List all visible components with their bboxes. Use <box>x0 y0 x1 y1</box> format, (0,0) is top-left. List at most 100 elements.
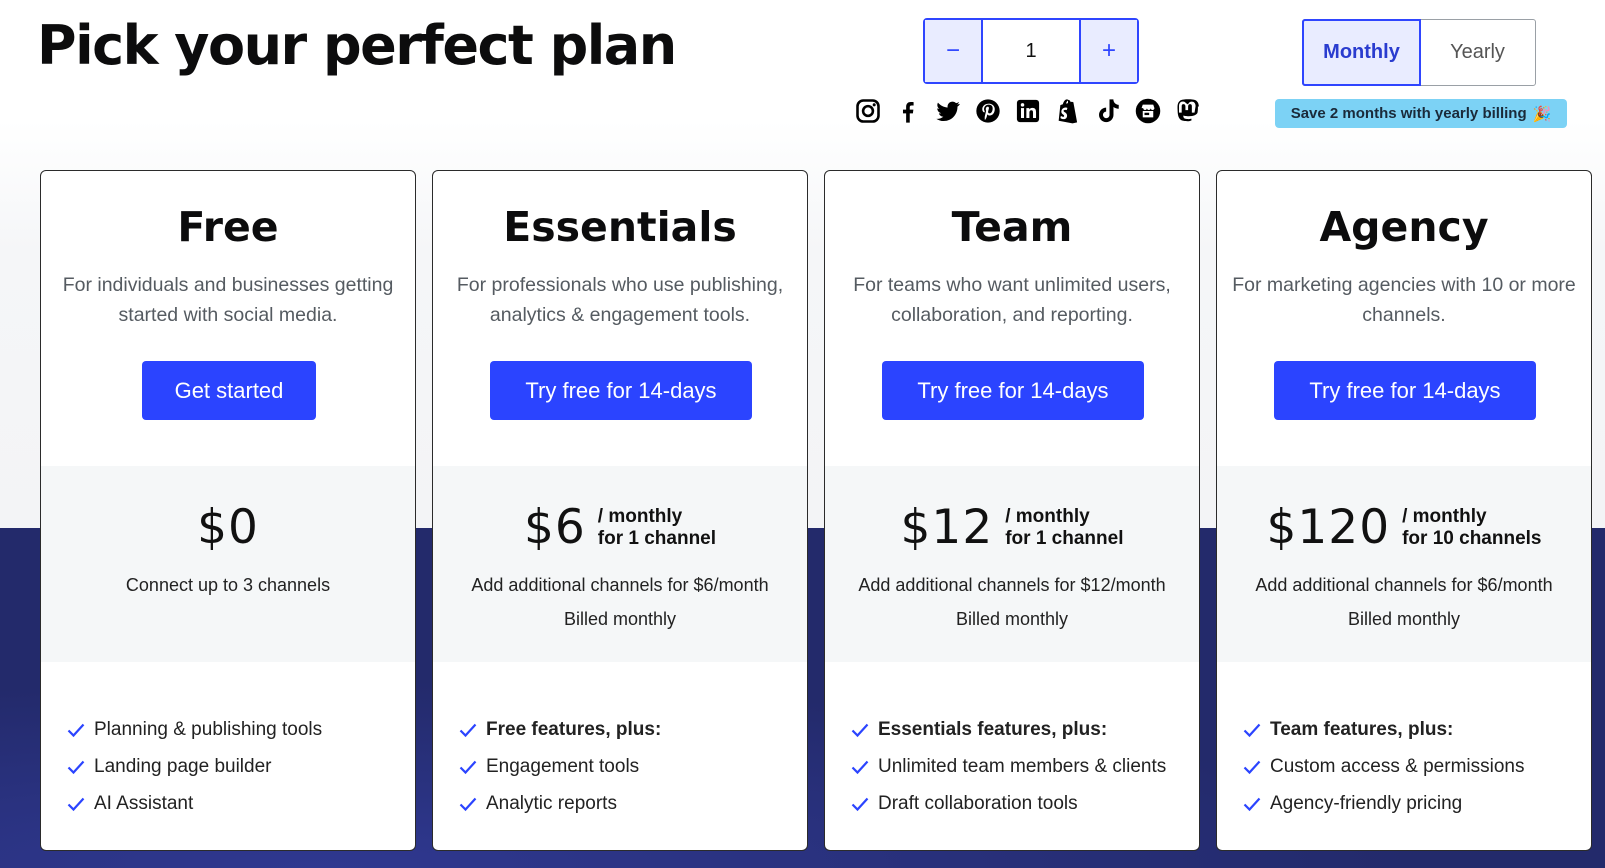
price-amount: $0 <box>197 500 259 555</box>
price-period-line-1: / monthly <box>1402 505 1487 527</box>
plan-description: For teams who want unlimited users, coll… <box>853 274 1171 326</box>
list-item: AI Assistant <box>67 785 322 822</box>
feature-text: Analytic reports <box>486 792 617 814</box>
plan-name: Essentials <box>503 203 737 251</box>
feature-text: Landing page builder <box>94 755 272 777</box>
list-item: Essentials features, plus: <box>851 711 1166 748</box>
feature-text: AI Assistant <box>94 792 194 814</box>
feature-text: Custom access & permissions <box>1270 755 1525 777</box>
checkmark-icon <box>67 757 93 777</box>
plan-description: For individuals and businesses getting s… <box>62 274 394 326</box>
feature-text: Draft collaboration tools <box>878 792 1078 814</box>
price-line: $12 / monthly for 1 channel <box>825 500 1199 555</box>
checkmark-icon <box>851 757 877 777</box>
yearly-savings-badge: Save 2 months with yearly billing 🎉 <box>1275 99 1567 128</box>
shopify-icon <box>1053 96 1083 126</box>
billing-note: Billed monthly <box>955 609 1069 629</box>
feature-text: Team features, plus: <box>1270 718 1454 740</box>
list-item: Agency-friendly pricing <box>1243 785 1524 822</box>
price-note: Add additional channels for $12/month <box>858 575 1166 595</box>
list-item: Landing page builder <box>67 748 322 785</box>
price-line: $120 / monthly for 10 channels <box>1217 500 1591 555</box>
price-line: $0 <box>41 500 415 555</box>
plan-card-essentials: Essentials For professionals who use pub… <box>432 170 808 851</box>
list-item: Planning & publishing tools <box>67 711 322 748</box>
party-popper-icon: 🎉 <box>1532 105 1552 123</box>
checkmark-icon <box>459 720 485 740</box>
list-item: Free features, plus: <box>459 711 661 748</box>
feature-text: Planning & publishing tools <box>94 718 323 740</box>
get-started-button[interactable]: Get started <box>142 361 316 420</box>
instagram-icon <box>853 96 883 126</box>
pinterest-icon <box>973 96 1003 126</box>
price-section: $12 / monthly for 1 channel Add additiona… <box>825 466 1199 662</box>
price-period: / monthly for 10 channels <box>1402 506 1541 550</box>
mastodon-icon <box>1173 96 1203 126</box>
plan-name: Team <box>951 203 1073 251</box>
plan-card-team: Team For teams who want unlimited users,… <box>824 170 1200 851</box>
checkmark-icon <box>459 757 485 777</box>
price-period: / monthly for 1 channel <box>1005 506 1123 550</box>
billing-note: Billed monthly <box>563 609 677 629</box>
list-item: Custom access & permissions <box>1243 748 1524 785</box>
facebook-icon <box>893 96 923 126</box>
channel-count-value[interactable]: 1 <box>983 20 1079 82</box>
feature-list: Team features, plus: Custom access & per… <box>1243 711 1524 822</box>
price-section: $0 Connect up to 3 channels <box>41 466 415 662</box>
decrement-button[interactable]: − <box>925 20 983 82</box>
feature-list: Planning & publishing tools Landing page… <box>67 711 322 822</box>
feature-text: Engagement tools <box>486 755 640 777</box>
checkmark-icon <box>1243 794 1269 814</box>
price-period: / monthly for 1 channel <box>598 506 716 550</box>
list-item: Analytic reports <box>459 785 661 822</box>
feature-text: Essentials features, plus: <box>878 718 1108 740</box>
plan-description: For professionals who use publishing, an… <box>456 274 784 326</box>
linkedin-icon <box>1013 96 1043 126</box>
checkmark-icon <box>459 794 485 814</box>
channel-quantity-stepper[interactable]: − 1 + <box>923 18 1139 84</box>
twitter-icon <box>933 96 963 126</box>
list-item: Draft collaboration tools <box>851 785 1166 822</box>
save-badge-text: Save 2 months with yearly billing <box>1290 105 1527 122</box>
plan-card-agency: Agency For marketing agencies with 10 or… <box>1216 170 1592 851</box>
feature-text: Unlimited team members & clients <box>878 755 1167 777</box>
plan-name: Free <box>177 203 279 251</box>
price-amount: $120 <box>1266 500 1391 555</box>
feature-text: Agency-friendly pricing <box>1270 792 1463 814</box>
feature-list: Free features, plus: Engagement tools An… <box>459 711 661 822</box>
billing-note: Billed monthly <box>1347 609 1461 629</box>
feature-list: Essentials features, plus: Unlimited tea… <box>851 711 1166 822</box>
checkmark-icon <box>851 794 877 814</box>
price-period-line-1: / monthly <box>1005 505 1090 527</box>
tiktok-icon <box>1093 96 1123 126</box>
price-period-line-1: / monthly <box>597 505 683 527</box>
price-period-line-2: for 1 channel <box>597 527 717 549</box>
plan-card-free: Free For individuals and businesses gett… <box>40 170 416 851</box>
try-free-button[interactable]: Try free for 14-days <box>882 361 1144 420</box>
feature-text: Free features, plus: <box>486 718 662 740</box>
checkmark-icon <box>67 720 93 740</box>
price-note: Add additional channels for $6/month <box>1255 575 1553 595</box>
google-business-icon <box>1133 96 1163 126</box>
plan-name: Agency <box>1319 203 1489 251</box>
try-free-button[interactable]: Try free for 14-days <box>490 361 752 420</box>
list-item: Engagement tools <box>459 748 661 785</box>
checkmark-icon <box>67 794 93 814</box>
price-section: $6 / monthly for 1 channel Add additional… <box>433 466 807 662</box>
price-section: $120 / monthly for 10 channels Add additi… <box>1217 466 1591 662</box>
billing-cycle-toggle[interactable]: Monthly Yearly <box>1302 19 1536 86</box>
price-period-line-2: for 10 channels <box>1402 527 1542 549</box>
increment-button[interactable]: + <box>1079 20 1137 82</box>
price-note: Add additional channels for $6/month <box>471 575 769 595</box>
plan-description: For marketing agencies with 10 or more c… <box>1232 274 1576 326</box>
price-period-line-2: for 1 channel <box>1005 527 1124 549</box>
billing-option-monthly[interactable]: Monthly <box>1302 19 1421 86</box>
checkmark-icon <box>1243 757 1269 777</box>
checkmark-icon <box>1243 720 1269 740</box>
list-item: Unlimited team members & clients <box>851 748 1166 785</box>
price-amount: $6 <box>523 500 586 555</box>
billing-option-yearly[interactable]: Yearly <box>1420 20 1535 85</box>
try-free-button[interactable]: Try free for 14-days <box>1274 361 1536 420</box>
price-line: $6 / monthly for 1 channel <box>433 500 807 555</box>
checkmark-icon <box>851 720 877 740</box>
